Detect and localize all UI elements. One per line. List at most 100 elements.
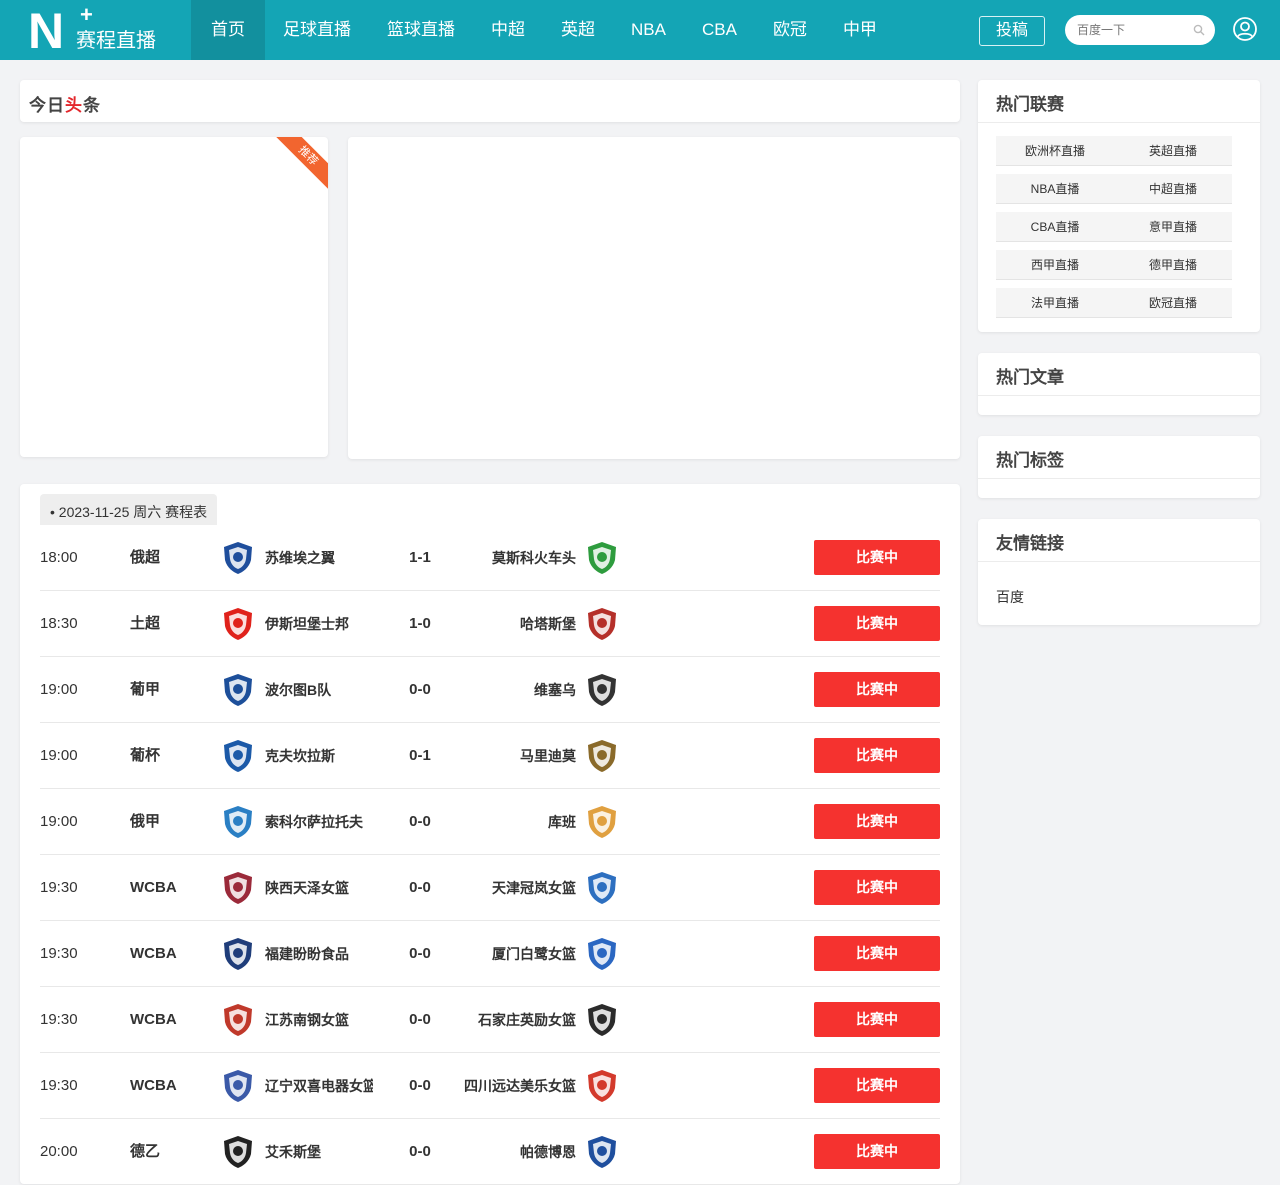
featured-slider[interactable] [348, 137, 960, 459]
home-team-name[interactable]: 伊斯坦堡士邦 [265, 591, 373, 657]
match-league[interactable]: 德乙 [130, 1119, 160, 1185]
team-crest-icon [588, 1004, 616, 1036]
search-input[interactable] [1077, 21, 1187, 39]
nav-item-basketball-live[interactable]: 篮球直播 [369, 0, 473, 60]
away-team-name[interactable]: 哈塔斯堡 [460, 591, 576, 657]
league-link[interactable]: 法甲直播 [996, 288, 1114, 318]
team-crest-icon [588, 740, 616, 772]
away-team-logo [584, 1068, 620, 1104]
away-team-logo [584, 738, 620, 774]
main-nav: 首页 足球直播 篮球直播 中超 英超 NBA CBA 欧冠 中甲 [191, 0, 895, 60]
nav-item-ucl[interactable]: 欧冠 [755, 0, 825, 60]
match-league[interactable]: 葡甲 [130, 657, 160, 723]
home-team-name[interactable]: 苏维埃之翼 [265, 525, 373, 591]
home-team-logo [220, 936, 256, 972]
match-status-button[interactable]: 比赛中 [814, 870, 940, 905]
nav-item-china-league-one[interactable]: 中甲 [825, 0, 895, 60]
away-team-logo [584, 540, 620, 576]
home-team-name[interactable]: 陕西天泽女篮 [265, 855, 373, 921]
match-status-button[interactable]: 比赛中 [814, 1068, 940, 1103]
away-team-name[interactable]: 马里迪莫 [460, 723, 576, 789]
away-team-name[interactable]: 莫斯科火车头 [460, 525, 576, 591]
league-link[interactable]: 欧冠直播 [1114, 288, 1232, 318]
match-score: 1-1 [409, 549, 431, 566]
league-link[interactable]: 英超直播 [1114, 136, 1232, 166]
match-status-button[interactable]: 比赛中 [814, 1002, 940, 1037]
match-status-button[interactable]: 比赛中 [814, 672, 940, 707]
hot-tags-title: 热门标签 [996, 451, 1064, 470]
featured-card[interactable]: 推荐 [20, 137, 328, 457]
nav-item-epl[interactable]: 英超 [543, 0, 613, 60]
league-link[interactable]: CBA直播 [996, 212, 1114, 242]
match-status-button[interactable]: 比赛中 [814, 804, 940, 839]
match-status-button[interactable]: 比赛中 [814, 540, 940, 575]
contribute-button[interactable]: 投稿 [979, 16, 1045, 46]
home-team-name[interactable]: 索科尔萨拉托夫 [265, 789, 373, 855]
match-row: 19:00 葡甲 波尔图B队 0-0 维塞乌 比赛中 [40, 657, 940, 723]
home-team-name[interactable]: 克夫坎拉斯 [265, 723, 373, 789]
match-league[interactable]: 俄超 [130, 525, 160, 591]
away-team-name[interactable]: 库班 [460, 789, 576, 855]
nav-item-csl[interactable]: 中超 [473, 0, 543, 60]
user-icon[interactable] [1233, 17, 1257, 41]
friend-link[interactable]: 百度 [996, 587, 1024, 607]
home-team-name[interactable]: 辽宁双喜电器女篮 [265, 1053, 373, 1119]
logo-letter: N [28, 3, 64, 59]
nav-item-cba[interactable]: CBA [684, 0, 755, 60]
home-team-name[interactable]: 福建盼盼食品 [265, 921, 373, 987]
match-league[interactable]: WCBA [130, 987, 177, 1053]
away-team-label: 维塞乌 [534, 682, 576, 698]
league-link[interactable]: 中超直播 [1114, 174, 1232, 204]
schedule-panel: • 2023-11-25 周六 赛程表 18:00 俄超 苏维埃之翼 1-1 莫斯科火车… [20, 484, 960, 1185]
league-link[interactable]: NBA直播 [996, 174, 1114, 204]
schedule-date-tab[interactable]: • 2023-11-25 周六 赛程表 [40, 494, 218, 525]
team-crest-icon [588, 608, 616, 640]
team-crest-icon [588, 806, 616, 838]
away-team-name[interactable]: 四川远达美乐女篮 [460, 1053, 576, 1119]
team-crest-icon [224, 1004, 252, 1036]
league-link[interactable]: 欧洲杯直播 [996, 136, 1114, 166]
league-link[interactable]: 德甲直播 [1114, 250, 1232, 280]
match-time: 19:30 [40, 1011, 78, 1028]
home-team-logo [220, 606, 256, 642]
match-league[interactable]: WCBA [130, 921, 177, 987]
divider [978, 478, 1260, 479]
home-team-name[interactable]: 江苏南钢女篮 [265, 987, 373, 1053]
away-team-name[interactable]: 厦门白鹭女篮 [460, 921, 576, 987]
match-score: 1-0 [409, 615, 431, 632]
away-team-name[interactable]: 石家庄英励女篮 [460, 987, 576, 1053]
search-icon[interactable] [1193, 24, 1205, 36]
match-row: 19:00 俄甲 索科尔萨拉托夫 0-0 库班 比赛中 [40, 789, 940, 855]
match-status-button[interactable]: 比赛中 [814, 606, 940, 641]
match-status-button[interactable]: 比赛中 [814, 936, 940, 971]
away-team-logo [584, 804, 620, 840]
match-status-button[interactable]: 比赛中 [814, 738, 940, 773]
league-link[interactable]: 西甲直播 [996, 250, 1114, 280]
site-logo[interactable]: N + 赛程直播 [28, 3, 168, 59]
divider [978, 122, 1260, 123]
team-crest-icon [224, 872, 252, 904]
match-league[interactable]: 葡杯 [130, 723, 160, 789]
away-team-name[interactable]: 天津冠岚女篮 [460, 855, 576, 921]
home-team-name[interactable]: 波尔图B队 [265, 657, 373, 723]
match-league[interactable]: 俄甲 [130, 789, 160, 855]
team-crest-icon [224, 542, 252, 574]
match-league[interactable]: 土超 [130, 591, 160, 657]
match-row: 19:30 WCBA 江苏南钢女篮 0-0 石家庄英励女篮 比赛中 [40, 987, 940, 1053]
nav-item-home[interactable]: 首页 [191, 0, 265, 60]
away-team-name[interactable]: 帕德博恩 [460, 1119, 576, 1185]
match-league[interactable]: WCBA [130, 855, 177, 921]
home-team-name[interactable]: 艾禾斯堡 [265, 1119, 373, 1185]
recommend-ribbon: 推荐 [273, 137, 328, 191]
match-league[interactable]: WCBA [130, 1053, 177, 1119]
match-time: 18:30 [40, 615, 78, 632]
away-team-name[interactable]: 维塞乌 [460, 657, 576, 723]
match-score: 0-0 [409, 1143, 431, 1160]
match-status-button[interactable]: 比赛中 [814, 1134, 940, 1169]
match-row: 19:00 葡杯 克夫坎拉斯 0-1 马里迪莫 比赛中 [40, 723, 940, 789]
league-link[interactable]: 意甲直播 [1114, 212, 1232, 242]
hot-articles-panel: 热门文章 [978, 353, 1260, 415]
nav-item-nba[interactable]: NBA [613, 0, 684, 60]
nav-item-football-live[interactable]: 足球直播 [265, 0, 369, 60]
away-team-logo [584, 870, 620, 906]
